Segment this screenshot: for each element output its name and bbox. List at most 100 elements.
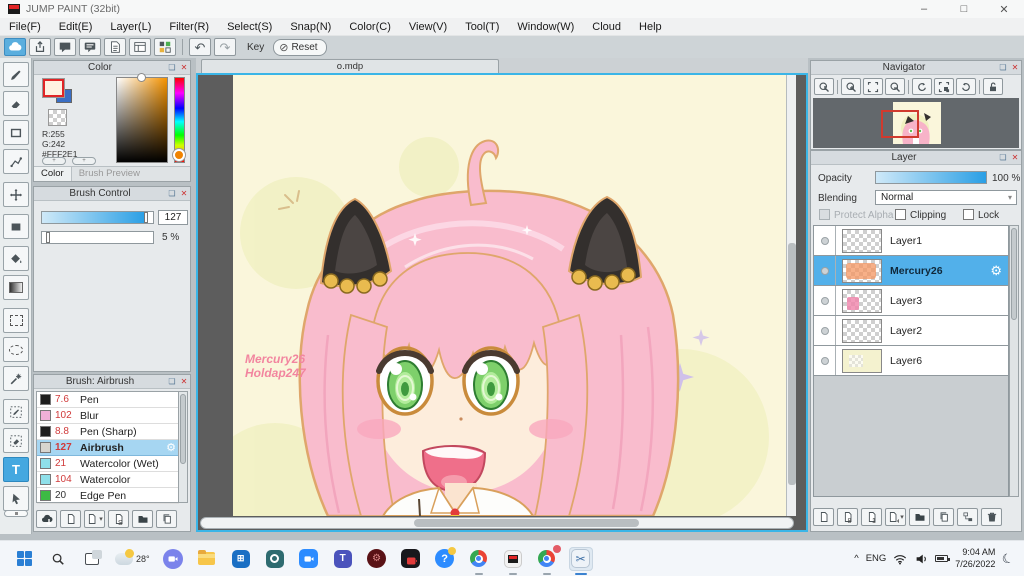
brush-row-pen-sharp[interactable]: 8.8 Pen (Sharp) bbox=[37, 424, 179, 440]
comment-button[interactable] bbox=[54, 38, 76, 56]
new-8bit-layer-button[interactable]: 8 bbox=[837, 508, 858, 526]
sv-cursor[interactable] bbox=[137, 73, 146, 82]
brush-row-edge-pen[interactable]: 20 Edge Pen bbox=[37, 488, 179, 504]
layer-row-layer3[interactable]: Layer3 bbox=[814, 286, 1008, 316]
blending-dropdown[interactable]: Normal ▾ bbox=[875, 190, 1017, 205]
duplicate-layer-button[interactable] bbox=[933, 508, 954, 526]
menu-edit[interactable]: Edit(E) bbox=[50, 21, 102, 33]
palette-button-left[interactable]: + bbox=[42, 157, 66, 165]
reset-button[interactable]: ⊘ Reset bbox=[273, 38, 327, 56]
new-layer-button[interactable] bbox=[813, 508, 834, 526]
popout-icon[interactable]: ❏ bbox=[166, 63, 178, 72]
language-indicator[interactable]: ENG bbox=[866, 553, 887, 564]
menu-help[interactable]: Help bbox=[630, 21, 671, 33]
speaker-icon[interactable] bbox=[914, 552, 928, 566]
chat-app-icon[interactable] bbox=[161, 547, 185, 571]
menu-select[interactable]: Select(S) bbox=[218, 21, 281, 33]
brush-settings-gear-icon[interactable]: ⚙ bbox=[166, 441, 176, 454]
document-button[interactable] bbox=[104, 38, 126, 56]
foreground-color-swatch[interactable] bbox=[43, 79, 64, 97]
transparent-color-swatch[interactable] bbox=[48, 109, 67, 126]
taskbar-weather[interactable]: 28° bbox=[115, 548, 150, 565]
menu-window[interactable]: Window(W) bbox=[508, 21, 583, 33]
zoom-100-button[interactable] bbox=[814, 78, 834, 95]
menu-view[interactable]: View(V) bbox=[400, 21, 456, 33]
popout-icon[interactable]: ❏ bbox=[997, 153, 1009, 162]
settings-dark-app-icon[interactable]: ⚙ bbox=[365, 547, 389, 571]
layer-list-scrollbar[interactable] bbox=[1009, 225, 1019, 497]
menu-filter[interactable]: Filter(R) bbox=[160, 21, 218, 33]
tab-color[interactable]: Color bbox=[34, 167, 72, 181]
protect-alpha-checkbox[interactable] bbox=[819, 209, 830, 220]
teams-app-icon[interactable]: T bbox=[331, 547, 355, 571]
battery-icon[interactable] bbox=[935, 555, 951, 562]
file-explorer-icon[interactable] bbox=[195, 547, 219, 571]
menu-color[interactable]: Color(C) bbox=[340, 21, 400, 33]
menu-layer[interactable]: Layer(L) bbox=[101, 21, 160, 33]
publish-button[interactable] bbox=[29, 38, 51, 56]
task-view-icon[interactable] bbox=[80, 547, 104, 571]
hue-cursor[interactable] bbox=[173, 149, 185, 161]
download-brush-button[interactable] bbox=[36, 510, 57, 528]
close-button[interactable]: ✕ bbox=[984, 0, 1024, 18]
lasso-select-tool[interactable] bbox=[3, 337, 29, 362]
palette-button-right[interactable]: + bbox=[72, 157, 96, 165]
microsoft-store-icon[interactable]: ⊞ bbox=[229, 547, 253, 571]
script-brush-button[interactable]: S bbox=[108, 510, 129, 528]
menu-snap[interactable]: Snap(N) bbox=[281, 21, 340, 33]
move-tool[interactable] bbox=[3, 182, 29, 207]
clipping-checkbox[interactable] bbox=[895, 209, 906, 220]
wifi-icon[interactable] bbox=[893, 552, 907, 566]
rectangle-tool[interactable] bbox=[3, 120, 29, 145]
tray-clock[interactable]: 9:04 AM 7/26/2022 bbox=[955, 547, 995, 570]
add-layer-menu-button[interactable]: ▾ bbox=[885, 508, 906, 526]
select-eraser-tool[interactable] bbox=[3, 428, 29, 453]
merge-layer-button[interactable] bbox=[957, 508, 978, 526]
snipping-tool-icon[interactable]: ✂ bbox=[568, 546, 593, 575]
brush-size-slider[interactable] bbox=[41, 211, 154, 224]
close-panel-icon[interactable]: ✕ bbox=[178, 189, 190, 198]
reset-rotation-button[interactable] bbox=[934, 78, 954, 95]
magic-wand-tool[interactable] bbox=[3, 366, 29, 391]
message-button[interactable] bbox=[79, 38, 101, 56]
canvas-viewport[interactable]: Mercury26 Holdap247 bbox=[198, 75, 796, 516]
lock-checkbox[interactable] bbox=[963, 209, 974, 220]
brush-size-value[interactable]: 127 bbox=[158, 210, 188, 225]
brush-row-watercolor-wet[interactable]: 21 Watercolor (Wet) bbox=[37, 456, 179, 472]
focus-assist-moon-icon[interactable]: ☾ bbox=[1000, 549, 1016, 568]
tray-chevron-icon[interactable]: ^ bbox=[854, 553, 858, 564]
canvas-vertical-scrollbar[interactable] bbox=[786, 75, 796, 516]
operation-tool[interactable] bbox=[3, 486, 29, 511]
undo-button[interactable]: ↶ bbox=[189, 38, 211, 56]
layer-visibility-toggle[interactable] bbox=[814, 226, 836, 255]
layer-row-layer6[interactable]: Layer6 bbox=[814, 346, 1008, 376]
delete-layer-button[interactable] bbox=[981, 508, 1002, 526]
brush-tool[interactable] bbox=[3, 62, 29, 87]
brush-row-watercolor[interactable]: 104 Watercolor bbox=[37, 472, 179, 488]
jump-paint-taskbar-icon[interactable] bbox=[501, 547, 525, 575]
brush-list-scrollbar[interactable] bbox=[178, 391, 188, 503]
panel-layout-button[interactable] bbox=[129, 38, 151, 56]
canvas-document[interactable]: Mercury26 Holdap247 bbox=[203, 75, 796, 516]
fit-screen-button[interactable] bbox=[863, 78, 883, 95]
rotate-left-button[interactable] bbox=[912, 78, 932, 95]
new-folder-button[interactable] bbox=[909, 508, 930, 526]
popout-icon[interactable]: ❏ bbox=[997, 63, 1009, 72]
polyline-tool[interactable] bbox=[3, 149, 29, 174]
tab-brush-preview[interactable]: Brush Preview bbox=[72, 167, 147, 181]
help-sphere-app-icon[interactable]: ? bbox=[433, 547, 457, 571]
layer-row-layer2[interactable]: Layer2 bbox=[814, 316, 1008, 346]
layer-row-mercury26[interactable]: Mercury26 ⚙ bbox=[814, 256, 1008, 286]
zoom-out-button[interactable] bbox=[885, 78, 905, 95]
maximize-button[interactable]: □ bbox=[944, 0, 984, 18]
menu-tool[interactable]: Tool(T) bbox=[456, 21, 508, 33]
layer-visibility-toggle[interactable] bbox=[814, 316, 836, 345]
layer-row-layer1[interactable]: Layer1 bbox=[814, 226, 1008, 256]
chrome-icon[interactable] bbox=[467, 547, 491, 575]
close-panel-icon[interactable]: ✕ bbox=[1009, 63, 1021, 72]
navigator-view-rect[interactable] bbox=[881, 110, 919, 138]
layer-settings-gear-icon[interactable]: ⚙ bbox=[990, 263, 1002, 279]
brush-opacity-slider[interactable] bbox=[41, 231, 154, 244]
layer-visibility-toggle[interactable] bbox=[814, 256, 836, 285]
redo-button[interactable]: ↷ bbox=[214, 38, 236, 56]
